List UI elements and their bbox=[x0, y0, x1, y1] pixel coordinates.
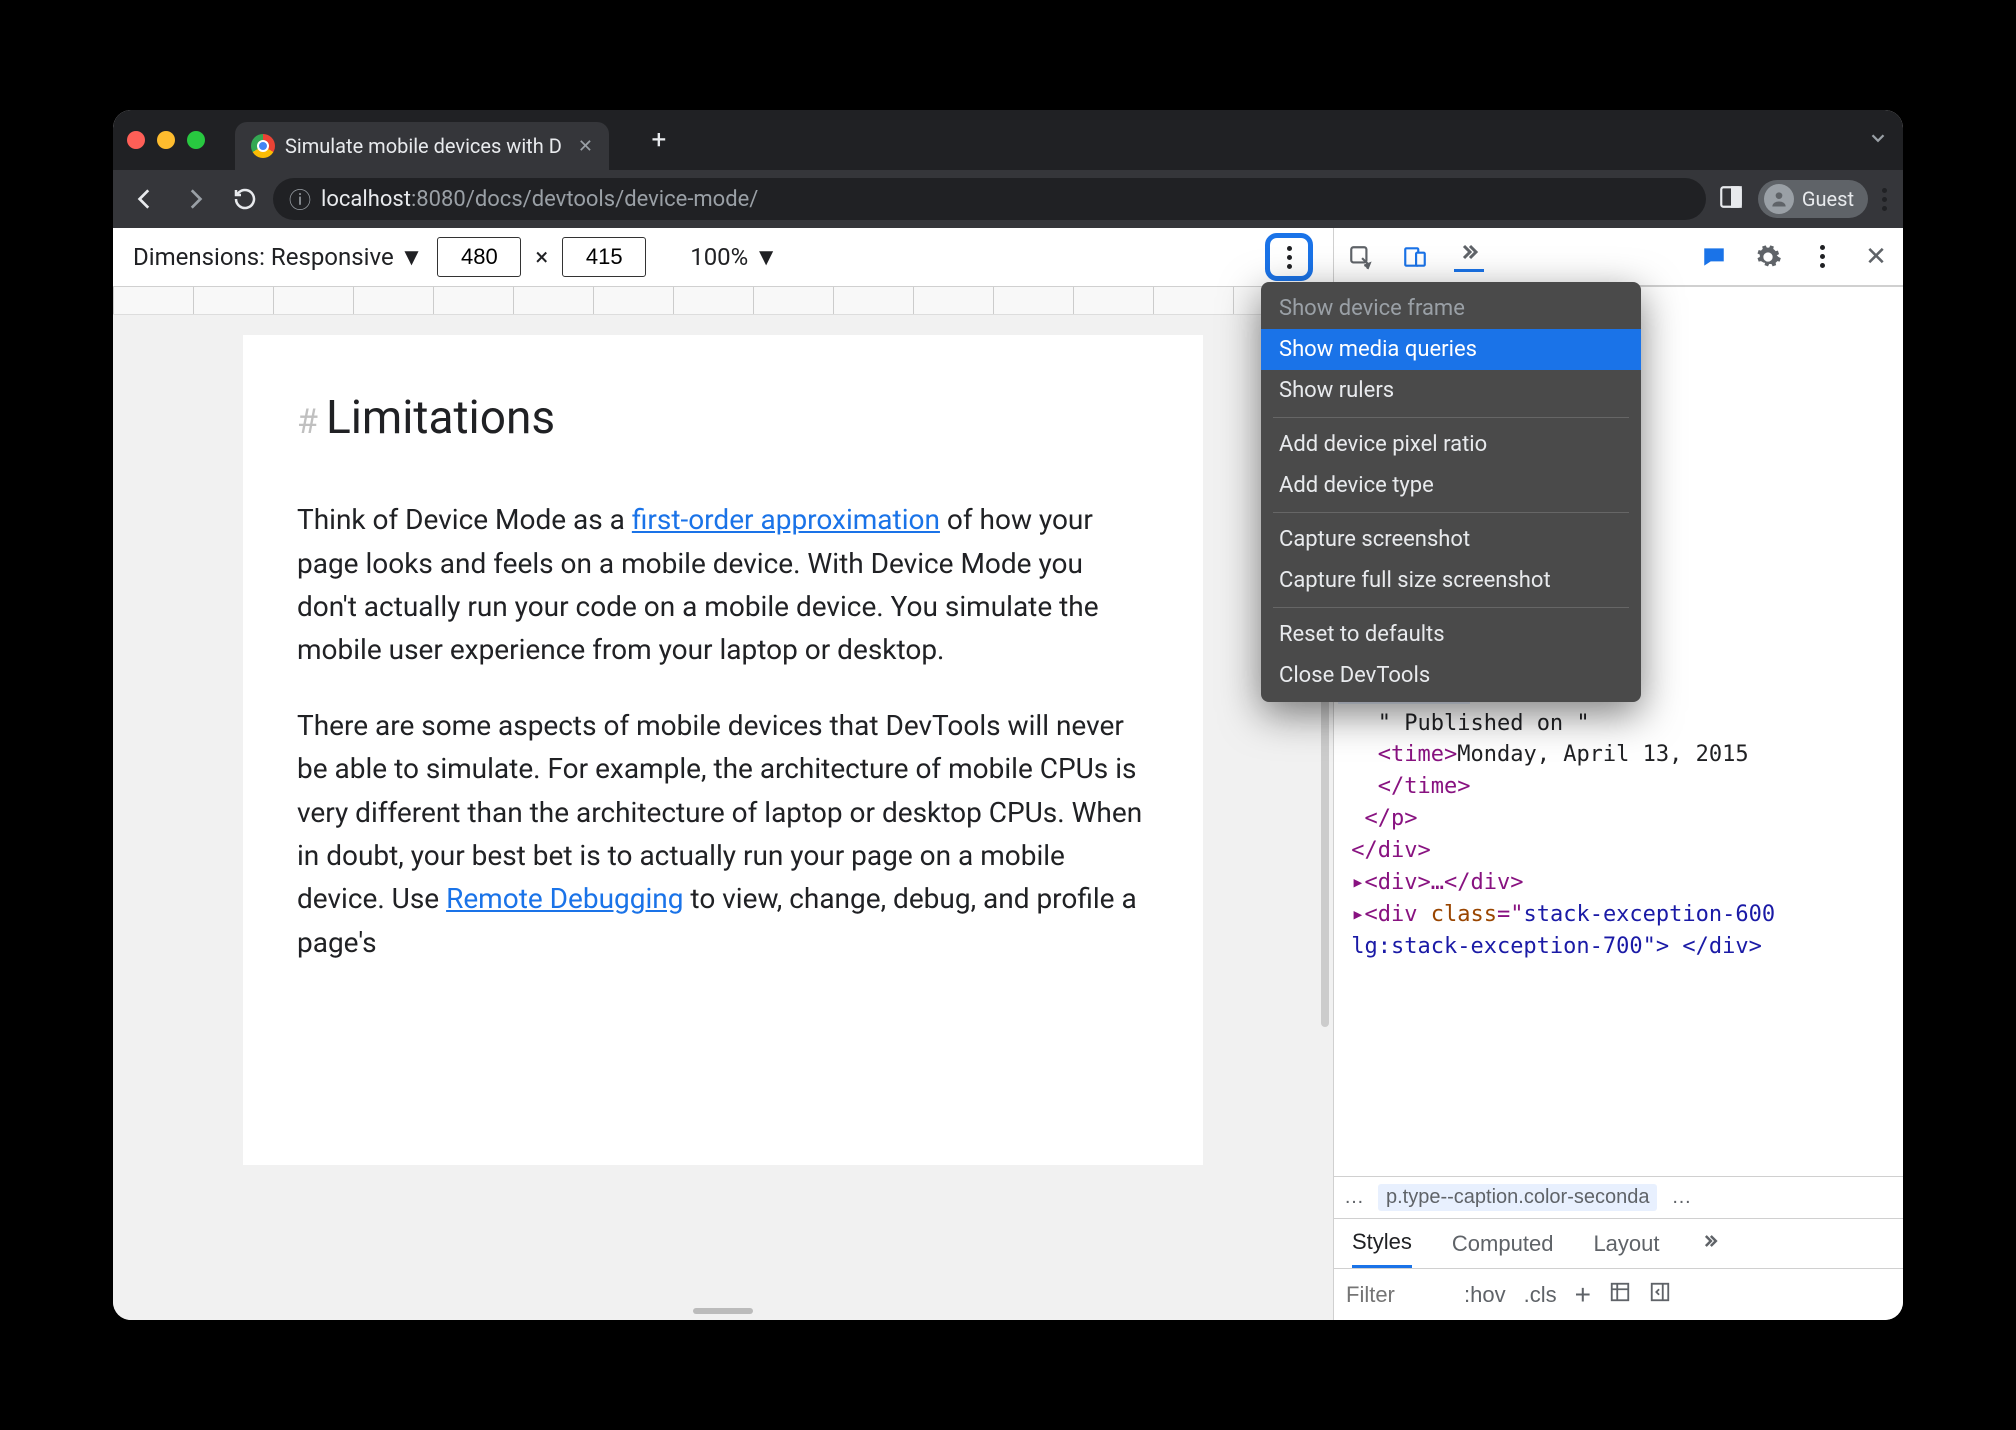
times-label: × bbox=[535, 243, 548, 271]
url-host: localhost bbox=[321, 187, 411, 212]
devtools-menu-icon[interactable] bbox=[1807, 242, 1837, 272]
menu-show-device-frame[interactable]: Show device frame bbox=[1261, 288, 1641, 329]
toggle-sidebar-icon[interactable] bbox=[1649, 1281, 1671, 1309]
url-path: /docs/devtools/device-mode/ bbox=[466, 187, 759, 212]
titlebar: Simulate mobile devices with D ✕ + bbox=[113, 110, 1903, 170]
menu-capture-screenshot[interactable]: Capture screenshot bbox=[1261, 519, 1641, 560]
device-viewport: # Limitations Think of Device Mode as a … bbox=[113, 287, 1333, 1320]
tab-styles[interactable]: Styles bbox=[1352, 1229, 1412, 1268]
tab-computed[interactable]: Computed bbox=[1452, 1231, 1554, 1257]
close-tab-icon[interactable]: ✕ bbox=[578, 136, 593, 157]
computed-styles-icon[interactable] bbox=[1609, 1281, 1631, 1309]
height-input[interactable] bbox=[562, 237, 646, 277]
forward-button[interactable] bbox=[173, 177, 217, 221]
menu-add-device-pixel-ratio[interactable]: Add device pixel ratio bbox=[1261, 424, 1641, 465]
device-toolbar: Dimensions: Responsive ▼ × 100% ▼ bbox=[113, 228, 1333, 286]
paragraph: There are some aspects of mobile devices… bbox=[297, 704, 1149, 964]
devtools-toolbar: ✕ bbox=[1333, 228, 1903, 286]
resize-grip[interactable] bbox=[693, 1308, 753, 1314]
close-devtools-icon[interactable]: ✕ bbox=[1861, 242, 1891, 272]
device-toolbar-context-menu: Show device frame Show media queries Sho… bbox=[1261, 282, 1641, 702]
first-order-link[interactable]: first-order approximation bbox=[632, 503, 940, 536]
new-style-rule-icon[interactable]: + bbox=[1575, 1279, 1591, 1311]
ruler bbox=[113, 287, 1333, 315]
reload-button[interactable] bbox=[223, 177, 267, 221]
device-toolbar-menu-button[interactable] bbox=[1265, 233, 1313, 281]
breadcrumb-selected[interactable]: p.type--caption.color-seconda bbox=[1378, 1184, 1657, 1211]
chrome-icon bbox=[251, 134, 275, 158]
width-input[interactable] bbox=[437, 237, 521, 277]
more-tabs-icon[interactable] bbox=[1700, 1231, 1720, 1257]
menu-add-device-type[interactable]: Add device type bbox=[1261, 465, 1641, 506]
styles-filter-input[interactable] bbox=[1346, 1282, 1446, 1308]
menu-separator bbox=[1273, 607, 1629, 608]
device-toggle-icon[interactable] bbox=[1400, 242, 1430, 272]
page-heading: # Limitations bbox=[297, 383, 1149, 454]
browser-tab[interactable]: Simulate mobile devices with D ✕ bbox=[235, 122, 609, 170]
tabs-dropdown-icon[interactable] bbox=[1867, 127, 1889, 153]
new-tab-button[interactable]: + bbox=[639, 120, 679, 160]
url-field[interactable]: ⓘ localhost :8080 /docs/devtools/device-… bbox=[273, 178, 1706, 220]
dimensions-dropdown[interactable]: Dimensions: Responsive ▼ bbox=[133, 243, 423, 272]
zoom-dropdown[interactable]: 100% ▼ bbox=[690, 243, 778, 272]
menu-separator bbox=[1273, 417, 1629, 418]
menu-close-devtools[interactable]: Close DevTools bbox=[1261, 655, 1641, 696]
remote-debugging-link[interactable]: Remote Debugging bbox=[446, 882, 683, 915]
menu-separator bbox=[1273, 512, 1629, 513]
more-tabs-icon[interactable] bbox=[1454, 242, 1484, 272]
menu-capture-full-screenshot[interactable]: Capture full size screenshot bbox=[1261, 560, 1641, 601]
menu-show-rulers[interactable]: Show rulers bbox=[1261, 370, 1641, 411]
profile-label: Guest bbox=[1802, 187, 1854, 211]
hov-toggle[interactable]: :hov bbox=[1464, 1282, 1506, 1308]
styles-filter-bar: :hov .cls + bbox=[1334, 1268, 1903, 1320]
traffic-lights bbox=[127, 131, 205, 149]
browser-menu-icon[interactable] bbox=[1882, 188, 1887, 211]
minimize-window-button[interactable] bbox=[157, 131, 175, 149]
profile-chip[interactable]: Guest bbox=[1758, 180, 1868, 218]
url-port: :8080 bbox=[411, 187, 466, 212]
tab-layout[interactable]: Layout bbox=[1593, 1231, 1659, 1257]
close-window-button[interactable] bbox=[127, 131, 145, 149]
menu-show-media-queries[interactable]: Show media queries bbox=[1261, 329, 1641, 370]
site-info-icon[interactable]: ⓘ bbox=[289, 183, 311, 215]
fullscreen-window-button[interactable] bbox=[187, 131, 205, 149]
cls-toggle[interactable]: .cls bbox=[1524, 1282, 1557, 1308]
page-content: # Limitations Think of Device Mode as a … bbox=[243, 335, 1203, 1165]
console-messages-icon[interactable] bbox=[1699, 242, 1729, 272]
menu-reset-defaults[interactable]: Reset to defaults bbox=[1261, 614, 1641, 655]
address-bar: ⓘ localhost :8080 /docs/devtools/device-… bbox=[113, 170, 1903, 228]
reader-mode-icon[interactable] bbox=[1718, 184, 1744, 214]
anchor-hash-icon[interactable]: # bbox=[297, 396, 318, 449]
inspect-element-icon[interactable] bbox=[1346, 242, 1376, 272]
avatar-icon bbox=[1764, 184, 1794, 214]
elements-breadcrumb[interactable]: … p.type--caption.color-seconda … bbox=[1334, 1176, 1903, 1218]
settings-gear-icon[interactable] bbox=[1753, 242, 1783, 272]
browser-window: Simulate mobile devices with D ✕ + ⓘ loc… bbox=[113, 110, 1903, 1320]
styles-tabs: Styles Computed Layout bbox=[1334, 1218, 1903, 1268]
paragraph: Think of Device Mode as a first-order ap… bbox=[297, 498, 1149, 672]
back-button[interactable] bbox=[123, 177, 167, 221]
tab-title: Simulate mobile devices with D bbox=[285, 134, 562, 158]
